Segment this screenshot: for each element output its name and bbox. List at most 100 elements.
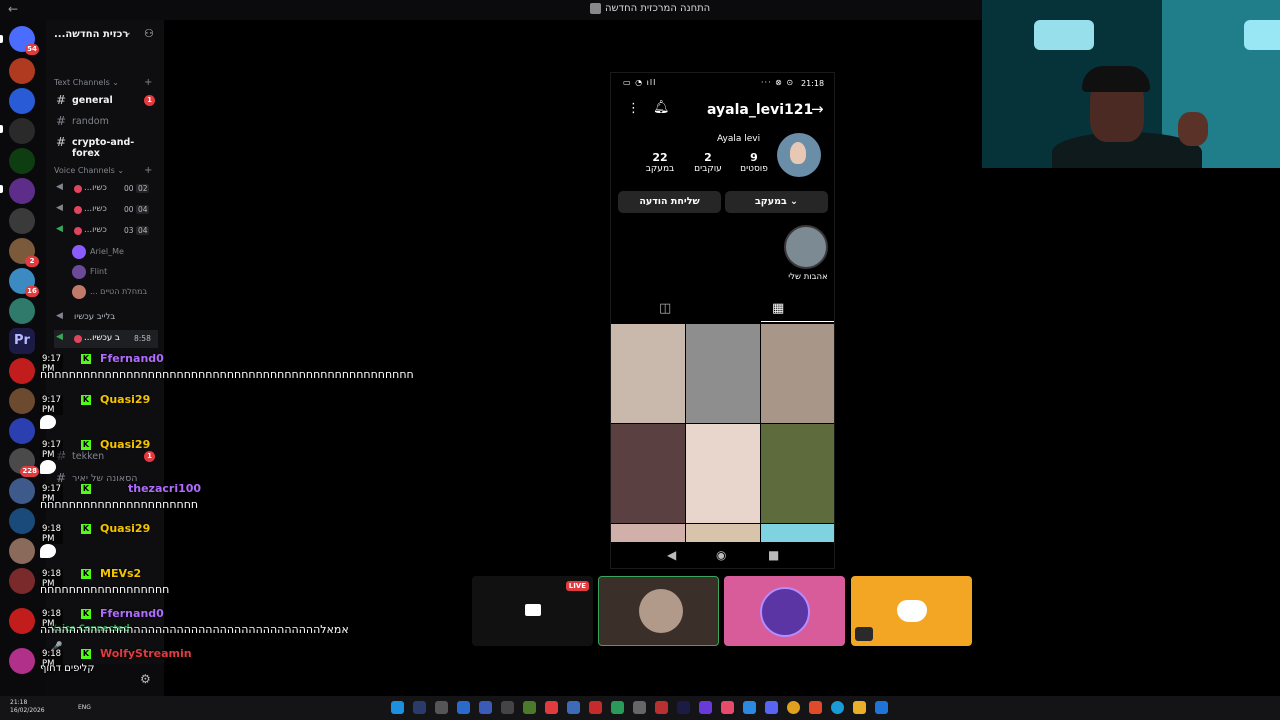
chat-text: חחחחחחחחחחחחחחחחחחחחחחחחחחחחחחחחחחחחחחחח… xyxy=(40,368,414,381)
more-vertical-icon[interactable]: ⋮ xyxy=(627,101,640,116)
message-time: 9:17 PM xyxy=(40,440,64,460)
chat-username[interactable]: thezacri100 xyxy=(128,482,201,495)
participant-tile-discord[interactable] xyxy=(851,576,972,646)
chat-username[interactable]: Quasi29 xyxy=(100,438,150,451)
phone-time: 21:18 xyxy=(801,79,825,88)
post-thumbnail[interactable] xyxy=(611,424,685,523)
grid-icon[interactable]: ▦ xyxy=(772,301,784,316)
app-icon[interactable] xyxy=(721,701,734,714)
chrome-icon[interactable] xyxy=(787,701,800,714)
windows-start-icon[interactable] xyxy=(875,701,888,714)
following-button[interactable]: במעקב ⌄ xyxy=(725,191,828,213)
avatar xyxy=(639,589,683,633)
avatar xyxy=(760,587,810,637)
story-highlight[interactable] xyxy=(784,225,828,269)
post-thumbnail[interactable] xyxy=(761,324,834,423)
posts-stat[interactable]: 9 פוסטים xyxy=(734,151,774,174)
brave-icon[interactable] xyxy=(809,701,822,714)
nav-back-icon[interactable]: ◀ xyxy=(667,548,676,562)
hexagon-lights xyxy=(1034,20,1094,50)
app-icon[interactable] xyxy=(501,701,514,714)
message-time: 9:17 PM xyxy=(40,395,64,415)
chat-username[interactable]: Ffernand0 xyxy=(100,352,164,365)
chat-username[interactable]: Quasi29 xyxy=(100,522,150,535)
window-title: התחנה המרכזית החדשה xyxy=(590,3,710,14)
edge-icon[interactable] xyxy=(831,701,844,714)
hexagon-lights xyxy=(1244,20,1280,50)
kick-badge-icon: K xyxy=(81,649,91,659)
chat-username[interactable]: Quasi29 xyxy=(100,393,150,406)
bell-icon[interactable]: 🔔︎ xyxy=(653,100,670,115)
active-tab-indicator xyxy=(761,321,834,322)
app-icon[interactable] xyxy=(567,701,580,714)
profile-avatar[interactable] xyxy=(777,133,821,177)
app-icon[interactable] xyxy=(611,701,624,714)
participant-tile[interactable] xyxy=(724,576,845,646)
app-icon[interactable] xyxy=(479,701,492,714)
followers-stat[interactable]: 2 עוקבים xyxy=(688,151,728,174)
status-icon xyxy=(855,627,873,641)
post-thumbnail[interactable] xyxy=(761,424,834,523)
battery-wifi-icon: ▭ ◔ ıll xyxy=(623,78,657,87)
profile-header: ⋮ 🔔︎ ayala_levi121 → xyxy=(611,95,834,125)
chat-text: חחחחחחחחחחחחחחחחחחחחחח xyxy=(40,498,199,511)
emote-icon xyxy=(40,460,56,474)
app-icon[interactable] xyxy=(435,701,448,714)
app-icon[interactable] xyxy=(523,701,536,714)
post-thumbnail[interactable] xyxy=(686,324,760,423)
following-stat[interactable]: 22 במעקב xyxy=(640,151,680,174)
premiere-pro-icon[interactable] xyxy=(677,701,690,714)
kick-badge-icon: K xyxy=(81,609,91,619)
back-arrow-icon[interactable]: → xyxy=(811,100,824,118)
participant-tile-speaking[interactable] xyxy=(598,576,719,646)
app-icon[interactable] xyxy=(457,701,470,714)
post-thumbnail[interactable] xyxy=(686,424,760,523)
app-icon[interactable] xyxy=(743,701,756,714)
screenshare-tile[interactable]: LIVE xyxy=(472,576,593,646)
profile-tabs: ◫ ▦ xyxy=(611,297,834,323)
kick-badge-icon: K xyxy=(81,354,91,364)
kick-badge-icon: K xyxy=(81,569,91,579)
steam-icon[interactable] xyxy=(391,701,404,714)
profile-full-name: Ayala levi xyxy=(717,134,761,144)
voice-call-tiles: LIVE xyxy=(472,576,974,646)
app-icon[interactable] xyxy=(589,701,602,714)
nav-home-icon[interactable]: ◉ xyxy=(716,548,726,562)
language-indicator[interactable]: ENG xyxy=(78,704,91,711)
post-thumbnail[interactable] xyxy=(611,524,685,542)
tagged-icon[interactable]: ◫ xyxy=(659,301,671,316)
chat-text: חחחחחחחחחחחחחחחחחח xyxy=(40,583,170,596)
send-message-button[interactable]: שליחת הודעה xyxy=(618,191,721,213)
status-icons: ··· ⊗ ⊙ xyxy=(761,78,795,87)
phone-status-bar: ▭ ◔ ıll ··· ⊗ ⊙ 21:18 xyxy=(611,73,834,93)
chat-username[interactable]: Ffernand0 xyxy=(100,607,164,620)
taskbar-clock[interactable]: 21:18 16/02/2026 xyxy=(10,699,45,715)
post-thumbnail[interactable] xyxy=(686,524,760,542)
streamer-hand xyxy=(1178,112,1208,146)
chat-username[interactable]: MEVs2 xyxy=(100,567,141,580)
phone-mirror: ▭ ◔ ıll ··· ⊗ ⊙ 21:18 ⋮ 🔔︎ ayala_levi121… xyxy=(610,72,835,569)
post-thumbnail[interactable] xyxy=(761,524,834,542)
post-thumbnail[interactable] xyxy=(611,324,685,423)
discord-icon[interactable] xyxy=(765,701,778,714)
android-nav-bar: ◀ ◉ ■ xyxy=(611,543,834,568)
app-icon[interactable] xyxy=(699,701,712,714)
kick-badge-icon: K xyxy=(81,484,91,494)
app-icon[interactable] xyxy=(655,701,668,714)
posts-grid xyxy=(611,324,834,542)
chat-username[interactable]: WolfyStreamin xyxy=(100,647,192,660)
server-icon xyxy=(590,3,601,14)
app-icon[interactable] xyxy=(633,701,646,714)
user-status-text: קליפים דחוף xyxy=(40,663,95,674)
monitor-icon xyxy=(525,604,541,616)
app-icon[interactable] xyxy=(413,701,426,714)
emote-icon xyxy=(40,544,56,558)
nav-recents-icon[interactable]: ■ xyxy=(768,548,779,562)
app-icon[interactable] xyxy=(545,701,558,714)
chat-text: אמאלהההההההההההההההההההההההההההההההההההה… xyxy=(40,623,349,636)
streamer-headphones xyxy=(1082,66,1150,92)
stream-chat-overlay: 9:17 PM K Ffernand0 חחחחחחחחחחחחחחחחחחחח… xyxy=(0,0,470,720)
folder-icon[interactable] xyxy=(853,701,866,714)
window-title-text: התחנה המרכזית החדשה xyxy=(605,3,711,14)
story-highlight-label: אהבות שלי xyxy=(788,272,828,282)
